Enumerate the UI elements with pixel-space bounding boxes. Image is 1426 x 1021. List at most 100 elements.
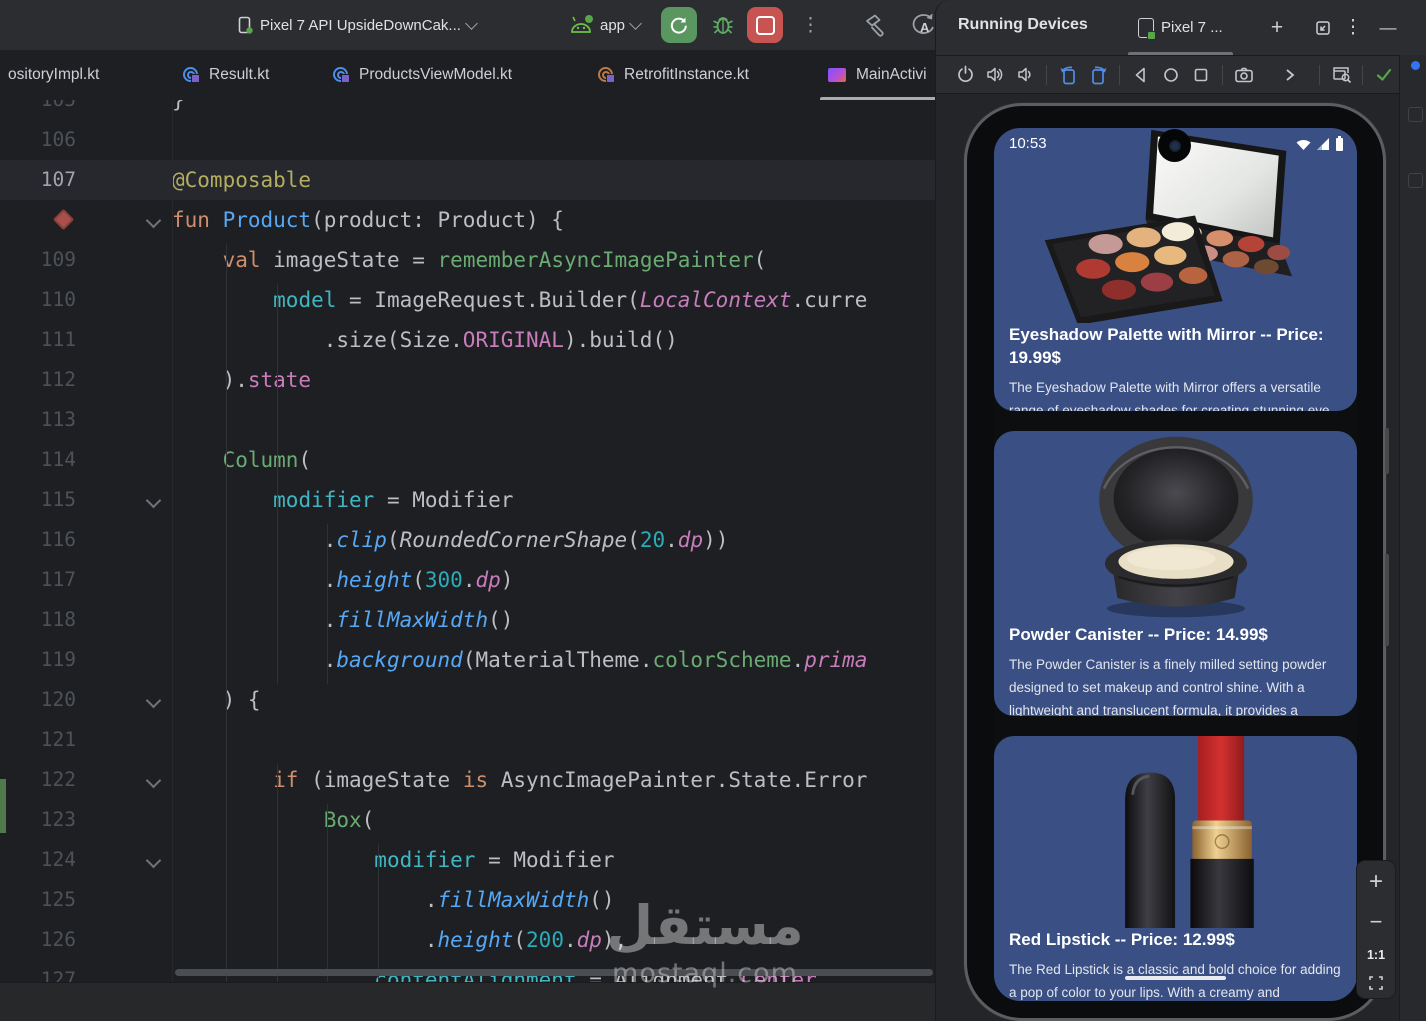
home-button[interactable] xyxy=(1156,62,1186,88)
fold-chevron-icon[interactable] xyxy=(145,772,162,789)
notification-dot-icon[interactable] xyxy=(1411,61,1420,70)
gutter[interactable]: 120 xyxy=(0,680,172,720)
editor-tab-productsviewmodel-kt[interactable]: ProductsViewModel.kt xyxy=(333,50,512,100)
code-line[interactable]: 111 .size(Size.ORIGINAL).build() xyxy=(0,320,935,360)
gutter[interactable]: 122 xyxy=(0,760,172,800)
code-line[interactable]: 109 val imageState = rememberAsyncImageP… xyxy=(0,240,935,280)
add-device-button[interactable]: + xyxy=(1264,0,1290,55)
fold-chevron-icon[interactable] xyxy=(145,492,162,509)
code-line[interactable]: 114 Column( xyxy=(0,440,935,480)
editor-tab-ositoryimpl-kt[interactable]: ositoryImpl.kt xyxy=(8,50,99,100)
gutter[interactable]: 106 xyxy=(0,120,172,160)
gutter[interactable] xyxy=(0,200,172,240)
gutter[interactable]: 123 xyxy=(0,800,172,840)
debug-button[interactable] xyxy=(711,0,735,50)
code-line[interactable]: 117 .height(300.dp) xyxy=(0,560,935,600)
zoom-in-button[interactable]: + xyxy=(1369,868,1383,896)
rotate-left-button[interactable] xyxy=(1053,62,1083,88)
code-line[interactable]: 105} xyxy=(0,100,935,120)
gutter[interactable]: 126 xyxy=(0,920,172,960)
gutter[interactable]: 109 xyxy=(0,240,172,280)
gutter[interactable]: 127 xyxy=(0,960,172,982)
code-line[interactable]: 125 .fillMaxWidth() xyxy=(0,880,935,920)
editor-tab-retrofitinstance-kt[interactable]: RetrofitInstance.kt xyxy=(598,50,749,100)
gutter[interactable]: 110 xyxy=(0,280,172,320)
zoom-fit-icon[interactable] xyxy=(1368,975,1384,991)
code-line[interactable]: 110 model = ImageRequest.Builder(LocalCo… xyxy=(0,280,935,320)
code-line[interactable]: 118 .fillMaxWidth() xyxy=(0,600,935,640)
device-screen[interactable]: Eyeshadow Palette with Mirror -- Price: … xyxy=(994,128,1357,1001)
panel-options-button[interactable]: ⋮ xyxy=(1342,0,1364,55)
gutter[interactable]: 118 xyxy=(0,600,172,640)
fold-chevron-icon[interactable] xyxy=(145,852,162,869)
product-card[interactable]: Eyeshadow Palette with Mirror -- Price: … xyxy=(994,128,1357,411)
code-line[interactable]: 126 .height(200.dp), xyxy=(0,920,935,960)
stop-button[interactable] xyxy=(747,7,783,43)
tool-stripe-icon[interactable] xyxy=(1408,107,1423,122)
device-selector[interactable]: Pixel 7 API UpsideDownCak... xyxy=(236,0,478,50)
more-actions-button[interactable] xyxy=(1275,62,1305,88)
code-text: modifier = Modifier xyxy=(273,488,514,512)
gutter[interactable]: 116 xyxy=(0,520,172,560)
code-line[interactable]: 107 @Composable xyxy=(0,160,935,200)
code-line[interactable]: 119 .background(MaterialTheme.colorSchem… xyxy=(0,640,935,680)
gutter[interactable]: 124 xyxy=(0,840,172,880)
gutter[interactable]: 111 xyxy=(0,320,172,360)
rerun-button[interactable] xyxy=(661,7,697,43)
sync-button[interactable]: A xyxy=(910,0,938,50)
more-options-button[interactable]: ⋮ xyxy=(801,0,820,50)
code-line[interactable]: 122 if (imageState is AsyncImagePainter.… xyxy=(0,760,935,800)
kotlin-class-icon xyxy=(183,66,201,84)
gutter[interactable]: 114 xyxy=(0,440,172,480)
recents-button[interactable] xyxy=(1186,62,1216,88)
tool-stripe-icon[interactable] xyxy=(1408,173,1423,188)
float-window-button[interactable] xyxy=(1310,0,1336,55)
code-line[interactable]: 115 modifier = Modifier xyxy=(0,480,935,520)
volume-down-button[interactable] xyxy=(1010,62,1040,88)
code-line[interactable]: 120 ) { xyxy=(0,680,935,720)
fold-chevron-icon[interactable] xyxy=(145,212,162,229)
gutter[interactable]: 117 xyxy=(0,560,172,600)
rotate-right-button[interactable] xyxy=(1083,62,1113,88)
code-line[interactable]: 124 modifier = Modifier xyxy=(0,840,935,880)
gesture-navigation-pill[interactable] xyxy=(1125,976,1226,980)
confirm-button[interactable] xyxy=(1369,62,1399,88)
volume-up-button[interactable] xyxy=(980,62,1010,88)
gutter[interactable]: 125 xyxy=(0,880,172,920)
minimize-panel-button[interactable]: — xyxy=(1374,0,1402,55)
editor-tab-result-kt[interactable]: Result.kt xyxy=(183,50,269,100)
product-card[interactable]: Red Lipstick -- Price: 12.99$ The Red Lip… xyxy=(994,736,1357,1001)
editor-tab-mainactivi[interactable]: MainActivi xyxy=(820,50,937,100)
zoom-out-button[interactable]: − xyxy=(1370,909,1383,935)
power-button[interactable] xyxy=(950,62,980,88)
gutter[interactable]: 115 xyxy=(0,480,172,520)
code-line[interactable]: 116 .clip(RoundedCornerShape(20.dp)) xyxy=(0,520,935,560)
gutter[interactable]: 121 xyxy=(0,720,172,760)
device-tab-pixel7[interactable]: Pixel 7 ... xyxy=(1128,0,1233,55)
back-button[interactable] xyxy=(1126,62,1156,88)
product-card[interactable]: Powder Canister -- Price: 14.99$ The Powd… xyxy=(994,431,1357,716)
code-line[interactable]: 113 xyxy=(0,400,935,440)
zoom-reset-button[interactable]: 1:1 xyxy=(1367,948,1385,962)
code-line[interactable]: 106 xyxy=(0,120,935,160)
build-button[interactable] xyxy=(862,0,888,50)
home-icon xyxy=(1164,67,1178,82)
code-line[interactable]: 121 xyxy=(0,720,935,760)
gutter[interactable]: 113 xyxy=(0,400,172,440)
horizontal-scrollbar[interactable] xyxy=(175,969,933,976)
gutter[interactable]: 112 xyxy=(0,360,172,400)
code-line[interactable]: 123 Box( xyxy=(0,800,935,840)
code-line[interactable]: fun Product(product: Product) { xyxy=(0,200,935,240)
fold-chevron-icon[interactable] xyxy=(145,692,162,709)
gutter[interactable]: 119 xyxy=(0,640,172,680)
code-line[interactable]: 112 ).state xyxy=(0,360,935,400)
code-text: } xyxy=(172,100,185,112)
mirror-displays-button[interactable] xyxy=(1326,62,1356,88)
breakpoint-icon[interactable] xyxy=(52,208,75,231)
run-config-selector[interactable]: app xyxy=(568,0,642,50)
indent-guide xyxy=(277,764,278,982)
gutter[interactable]: 107 xyxy=(0,160,172,200)
screenshot-button[interactable] xyxy=(1229,62,1259,88)
code-editor[interactable]: 105} 106 107 @Composable fun Product(product… xyxy=(0,100,935,982)
gutter[interactable]: 105 xyxy=(0,100,172,120)
